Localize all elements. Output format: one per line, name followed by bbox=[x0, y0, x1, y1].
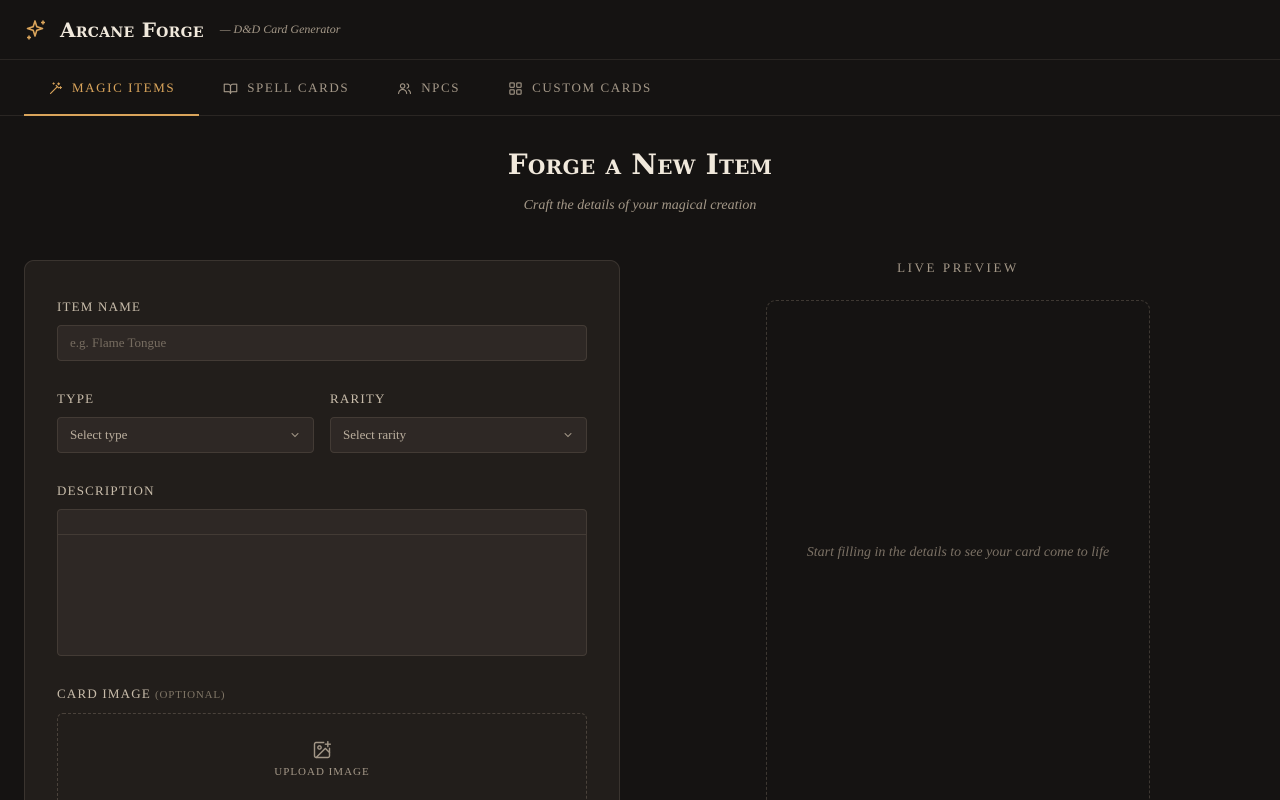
type-select[interactable]: Select type bbox=[57, 417, 314, 453]
tab-label: NPCS bbox=[421, 80, 461, 95]
sparkles-icon bbox=[24, 18, 48, 42]
upload-image-dropzone[interactable]: UPLOAD IMAGE bbox=[57, 713, 587, 800]
card-image-label: CARD IMAGE (OPTIONAL) bbox=[57, 686, 225, 702]
type-label: TYPE bbox=[57, 391, 95, 406]
item-name-label: ITEM NAME bbox=[57, 299, 142, 314]
live-preview-title: LIVE PREVIEW bbox=[897, 260, 1019, 275]
app-header: Arcane Forge — D&D Card Generator bbox=[0, 0, 1280, 60]
app-tagline: — D&D Card Generator bbox=[219, 22, 341, 36]
tab-magic-items[interactable]: MAGIC ITEMS bbox=[24, 61, 200, 116]
tab-custom-cards[interactable]: CUSTOM CARDS bbox=[484, 61, 676, 115]
tab-label: MAGIC ITEMS bbox=[72, 80, 176, 95]
item-form-panel: ITEM NAME TYPE Select type RARITY Select… bbox=[24, 260, 620, 800]
app-title: Arcane Forge bbox=[60, 17, 204, 42]
wand-sparkles-icon bbox=[48, 81, 72, 96]
tab-npcs[interactable]: NPCS bbox=[373, 61, 484, 115]
page-title: Forge a New Item bbox=[507, 148, 773, 181]
type-select-value: Select type bbox=[70, 427, 128, 442]
description-toolbar bbox=[58, 510, 586, 535]
preview-empty-text: Start filling in the details to see your… bbox=[806, 545, 1110, 560]
grid-icon bbox=[508, 81, 532, 96]
item-name-field bbox=[57, 325, 587, 361]
tab-label: SPELL CARDS bbox=[247, 80, 350, 95]
chevron-down-icon bbox=[289, 429, 301, 441]
rarity-select[interactable]: Select rarity bbox=[330, 417, 587, 453]
category-tabs: MAGIC ITEMS SPELL CARDS NPCS CUSTOM CARD… bbox=[0, 61, 1280, 116]
optional-tag: (OPTIONAL) bbox=[154, 689, 226, 701]
tab-label: CUSTOM CARDS bbox=[532, 80, 652, 95]
users-icon bbox=[397, 81, 421, 96]
card-image-label-text: CARD IMAGE bbox=[57, 686, 151, 701]
description-textarea[interactable] bbox=[57, 509, 587, 656]
item-name-input[interactable] bbox=[58, 326, 586, 360]
book-open-icon bbox=[223, 81, 247, 96]
rarity-select-value: Select rarity bbox=[343, 427, 407, 442]
rarity-label: RARITY bbox=[330, 391, 386, 406]
page-subtitle: Craft the details of your magical creati… bbox=[523, 198, 757, 213]
image-plus-icon bbox=[312, 740, 332, 760]
upload-image-label: UPLOAD IMAGE bbox=[274, 766, 370, 778]
card-preview: Start filling in the details to see your… bbox=[766, 300, 1150, 800]
tab-spell-cards[interactable]: SPELL CARDS bbox=[199, 61, 373, 115]
chevron-down-icon bbox=[562, 429, 574, 441]
description-label: DESCRIPTION bbox=[57, 483, 155, 498]
